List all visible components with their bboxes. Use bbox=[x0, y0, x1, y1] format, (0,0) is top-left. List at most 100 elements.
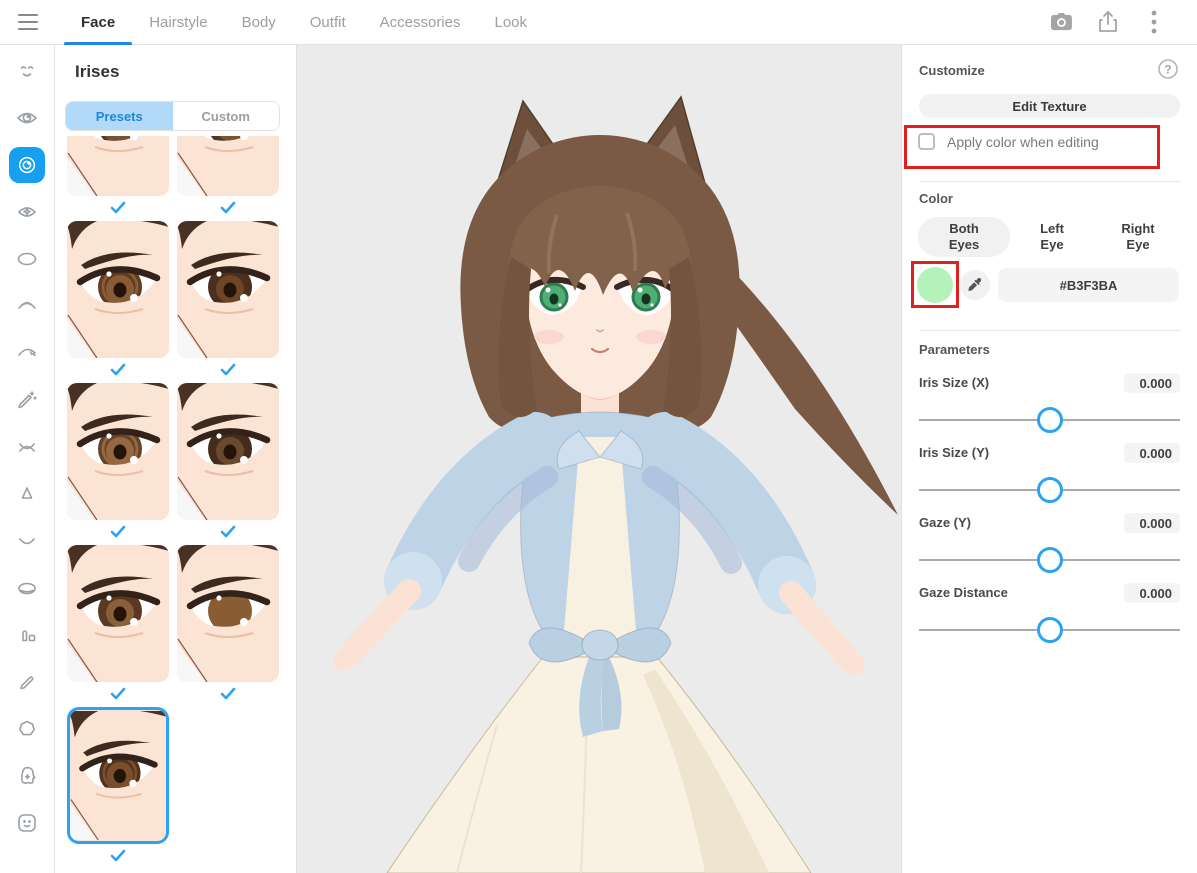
tab-look[interactable]: Look bbox=[477, 0, 544, 45]
help-icon[interactable]: ? bbox=[1156, 58, 1180, 82]
iris-preset-thumbnail[interactable] bbox=[177, 221, 279, 358]
iris-preset-item[interactable] bbox=[67, 707, 169, 869]
check-icon bbox=[110, 687, 126, 701]
customize-panel: Customize ? Edit Texture Apply color whe… bbox=[901, 45, 1197, 873]
iris-preset-thumbnail[interactable] bbox=[177, 545, 279, 682]
param-gaze-distance: Gaze Distance 0.000 bbox=[919, 583, 1180, 645]
mouth-icon[interactable] bbox=[15, 529, 39, 553]
panel-title: Irises bbox=[75, 62, 119, 82]
slider-iris-size-x[interactable] bbox=[919, 407, 1180, 433]
slider-thumb[interactable] bbox=[1037, 477, 1063, 503]
camera-icon[interactable] bbox=[1045, 5, 1079, 39]
slider-thumb[interactable] bbox=[1037, 547, 1063, 573]
iris-preset-thumbnail[interactable] bbox=[177, 136, 279, 196]
param-gaze-y: Gaze (Y) 0.000 bbox=[919, 513, 1180, 575]
makeup-icon[interactable] bbox=[15, 623, 39, 647]
nose-icon[interactable] bbox=[15, 482, 39, 506]
check-icon bbox=[110, 201, 126, 215]
iris-preset-item[interactable] bbox=[177, 545, 279, 707]
check-icon bbox=[110, 363, 126, 377]
under-lashes-icon[interactable] bbox=[15, 435, 39, 459]
character-preview bbox=[297, 45, 901, 873]
slider-gaze-y[interactable] bbox=[919, 547, 1180, 573]
divider bbox=[919, 330, 1180, 331]
topbar-actions bbox=[1045, 5, 1197, 39]
iris-preset-thumbnail[interactable] bbox=[67, 383, 169, 520]
mode-tabs: Face Hairstyle Body Outfit Accessories L… bbox=[64, 0, 544, 45]
iris-preset-item[interactable] bbox=[67, 136, 169, 221]
tab-right-eye[interactable]: Right Eye bbox=[1098, 217, 1178, 257]
view-switcher: Presets Custom bbox=[65, 101, 280, 131]
customize-title: Customize bbox=[919, 63, 985, 78]
check-icon bbox=[220, 201, 236, 215]
export-icon[interactable] bbox=[1091, 5, 1125, 39]
face-type-icon[interactable] bbox=[15, 59, 39, 83]
iris-preset-item[interactable] bbox=[177, 136, 279, 221]
iris-preset-item[interactable] bbox=[67, 383, 169, 545]
tab-body[interactable]: Body bbox=[225, 0, 293, 45]
irises-panel: Irises Presets Custom bbox=[55, 45, 297, 873]
eyes-icon[interactable] bbox=[15, 106, 39, 130]
iris-preset-item[interactable] bbox=[67, 221, 169, 383]
iris-preset-thumbnail[interactable] bbox=[67, 136, 169, 196]
tab-outfit[interactable]: Outfit bbox=[293, 0, 363, 45]
slider-thumb[interactable] bbox=[1037, 407, 1063, 433]
check-icon bbox=[220, 687, 236, 701]
param-iris-size-x: Iris Size (X) 0.000 bbox=[919, 373, 1180, 435]
teeth-icon[interactable] bbox=[15, 576, 39, 600]
param-value-field[interactable]: 0.000 bbox=[1124, 443, 1180, 463]
eyedropper-icon[interactable] bbox=[960, 270, 990, 300]
param-value-field[interactable]: 0.000 bbox=[1124, 513, 1180, 533]
check-icon bbox=[110, 525, 126, 539]
param-value-field[interactable]: 0.000 bbox=[1124, 583, 1180, 603]
color-section-title: Color bbox=[919, 191, 953, 206]
head-contour-icon[interactable] bbox=[15, 764, 39, 788]
face-category-rail bbox=[0, 45, 55, 873]
more-menu-icon[interactable] bbox=[1137, 5, 1171, 39]
check-icon bbox=[220, 363, 236, 377]
face-outline-icon[interactable] bbox=[15, 717, 39, 741]
hex-color-field[interactable]: #B3F3BA bbox=[998, 268, 1179, 302]
slider-thumb[interactable] bbox=[1037, 617, 1063, 643]
tab-custom[interactable]: Custom bbox=[173, 102, 280, 130]
viewport-3d[interactable] bbox=[297, 45, 901, 873]
tab-accessories[interactable]: Accessories bbox=[363, 0, 478, 45]
app-window: Face Hairstyle Body Outfit Accessories L… bbox=[0, 0, 1197, 873]
iris-preset-thumbnail[interactable] bbox=[177, 383, 279, 520]
check-icon bbox=[110, 849, 126, 863]
expression-icon[interactable] bbox=[15, 811, 39, 835]
tab-both-eyes[interactable]: Both Eyes bbox=[918, 217, 1010, 257]
apply-color-checkbox[interactable] bbox=[918, 133, 935, 150]
tab-left-eye[interactable]: Left Eye bbox=[1012, 217, 1092, 257]
tab-face[interactable]: Face bbox=[64, 0, 132, 45]
param-iris-size-y: Iris Size (Y) 0.000 bbox=[919, 443, 1180, 505]
eye-white-icon[interactable] bbox=[15, 247, 39, 271]
apply-color-row: Apply color when editing bbox=[918, 133, 1099, 150]
preset-list[interactable] bbox=[55, 136, 296, 873]
edit-texture-button[interactable]: Edit Texture bbox=[919, 94, 1180, 118]
menu-icon[interactable] bbox=[6, 0, 50, 44]
color-swatch[interactable] bbox=[917, 267, 953, 303]
tab-hairstyle[interactable]: Hairstyle bbox=[132, 0, 224, 45]
irises-icon[interactable] bbox=[9, 147, 45, 183]
parameters-title: Parameters bbox=[919, 342, 990, 357]
iris-preset-item[interactable] bbox=[177, 221, 279, 383]
iris-preset-item[interactable] bbox=[67, 545, 169, 707]
highlights-icon[interactable] bbox=[15, 200, 39, 224]
eyelashes-icon[interactable] bbox=[15, 341, 39, 365]
slider-gaze-distance[interactable] bbox=[919, 617, 1180, 643]
tab-presets[interactable]: Presets bbox=[66, 102, 173, 130]
cheeks-icon[interactable] bbox=[15, 670, 39, 694]
iris-preset-thumbnail[interactable] bbox=[67, 221, 169, 358]
iris-preset-item[interactable] bbox=[177, 383, 279, 545]
check-icon bbox=[220, 525, 236, 539]
slider-iris-size-y[interactable] bbox=[919, 477, 1180, 503]
eyeliner-icon[interactable] bbox=[15, 388, 39, 412]
iris-preset-thumbnail[interactable] bbox=[67, 707, 169, 844]
iris-preset-thumbnail[interactable] bbox=[67, 545, 169, 682]
apply-color-label: Apply color when editing bbox=[947, 134, 1099, 150]
param-value-field[interactable]: 0.000 bbox=[1124, 373, 1180, 393]
eyelids-icon[interactable] bbox=[15, 294, 39, 318]
preset-grid bbox=[67, 136, 279, 869]
divider bbox=[919, 181, 1180, 182]
